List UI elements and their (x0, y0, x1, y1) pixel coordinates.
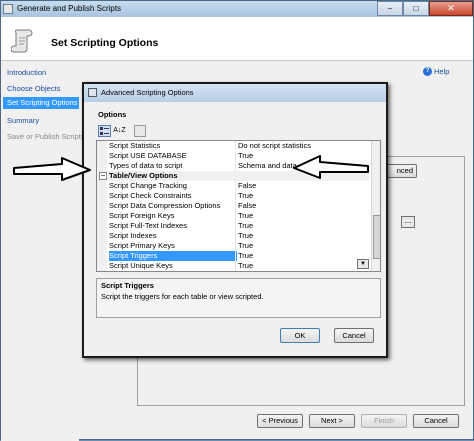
left-arrow-icon (13, 157, 91, 181)
annotation-arrows (13, 155, 369, 181)
right-arrow-icon (293, 155, 369, 179)
